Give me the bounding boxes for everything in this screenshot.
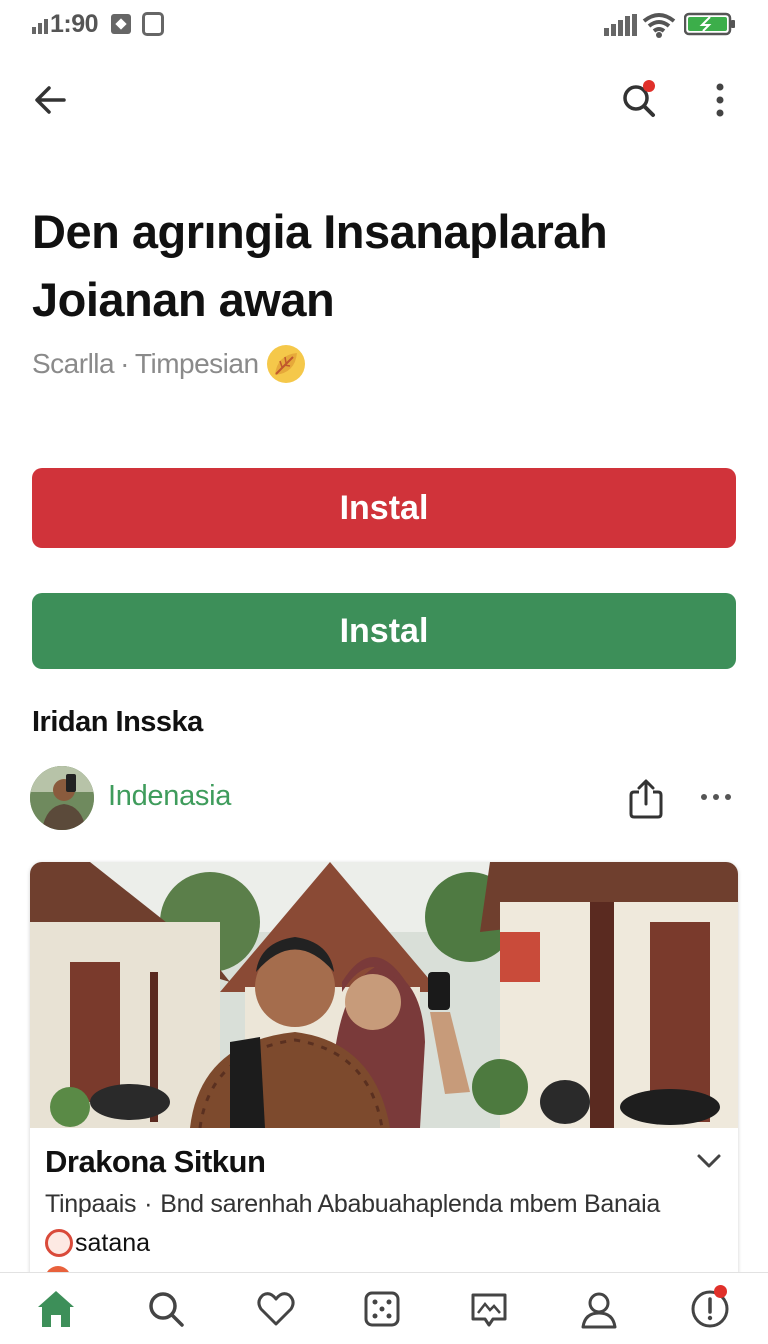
nav-games[interactable] [358, 1285, 406, 1333]
card-title[interactable]: Drakona Sitkun [45, 1144, 266, 1180]
card-meta-left: Tinpaais [45, 1190, 137, 1218]
expand-button[interactable] [694, 1148, 724, 1174]
share-button[interactable] [626, 778, 666, 820]
face-emoji-icon [45, 1229, 73, 1257]
more-options-button[interactable] [698, 76, 742, 124]
more-horizontal-icon [701, 794, 731, 800]
nav-profile[interactable] [575, 1285, 623, 1333]
search-notification-dot [643, 80, 655, 92]
author-row: Indenasia [30, 766, 738, 830]
section-title: Iridan Insska [32, 706, 203, 738]
post-more-button[interactable] [698, 784, 734, 810]
post-photo[interactable] [30, 862, 738, 1128]
wifi-icon [642, 13, 676, 38]
app-subtitle: Scarlla · Timpesian [32, 344, 305, 384]
nav-favorites[interactable] [252, 1285, 300, 1333]
chat-image-icon [471, 1293, 507, 1327]
bottom-nav [0, 1272, 768, 1344]
post-card[interactable]: Drakona Sitkun Tinpaais · Bnd sarenhah Aba… [30, 862, 738, 1292]
developer-name[interactable]: Scarlla [32, 348, 115, 380]
nav-messages[interactable] [465, 1285, 513, 1333]
app-title: Den agrıngia Insanaplarah Joianan awan [32, 205, 608, 326]
search-icon [623, 85, 655, 117]
card-meta: Tinpaais · Bnd sarenhah Ababuahaplenda mbe… [45, 1190, 660, 1219]
share-icon [629, 779, 663, 819]
nav-alerts[interactable] [686, 1285, 734, 1333]
nav-home[interactable] [32, 1285, 80, 1333]
app-screen: 1:90 Den agrıngia Insanaplarah Joianan a… [0, 0, 768, 1344]
home-icon [38, 1291, 74, 1327]
notification-icon [111, 14, 131, 34]
status-bar: 1:90 [0, 0, 768, 52]
heart-icon [257, 1292, 295, 1326]
status-time: 1:90 [50, 10, 99, 38]
search-icon [149, 1292, 184, 1327]
leaf-emoji-icon [266, 345, 305, 383]
install-button-secondary[interactable]: Instal [32, 593, 736, 669]
back-button[interactable] [28, 78, 72, 122]
cell-signal-icon [604, 14, 637, 36]
more-vertical-icon [716, 83, 724, 117]
dice-icon [364, 1291, 400, 1327]
install-button-primary[interactable]: Instal [32, 468, 736, 548]
card-tag: satana [45, 1228, 150, 1258]
chevron-down-icon [697, 1154, 721, 1168]
subtitle-separator: · [120, 348, 129, 379]
arrow-left-icon [35, 86, 66, 114]
category-name[interactable]: Timpesian [135, 348, 259, 380]
profile-icon [581, 1292, 617, 1329]
card-tag-label: satana [75, 1228, 151, 1257]
author-name[interactable]: Indenasia [108, 780, 231, 813]
nav-search[interactable] [142, 1285, 190, 1333]
app-notification-icon [142, 12, 164, 36]
battery-icon [684, 12, 735, 36]
card-meta-separator: · [144, 1190, 153, 1218]
card-meta-right: Bnd sarenhah Ababuahaplenda mbem Banaia [160, 1190, 661, 1218]
avatar[interactable] [30, 766, 94, 830]
search-button[interactable] [616, 76, 662, 122]
alert-badge [714, 1285, 727, 1298]
